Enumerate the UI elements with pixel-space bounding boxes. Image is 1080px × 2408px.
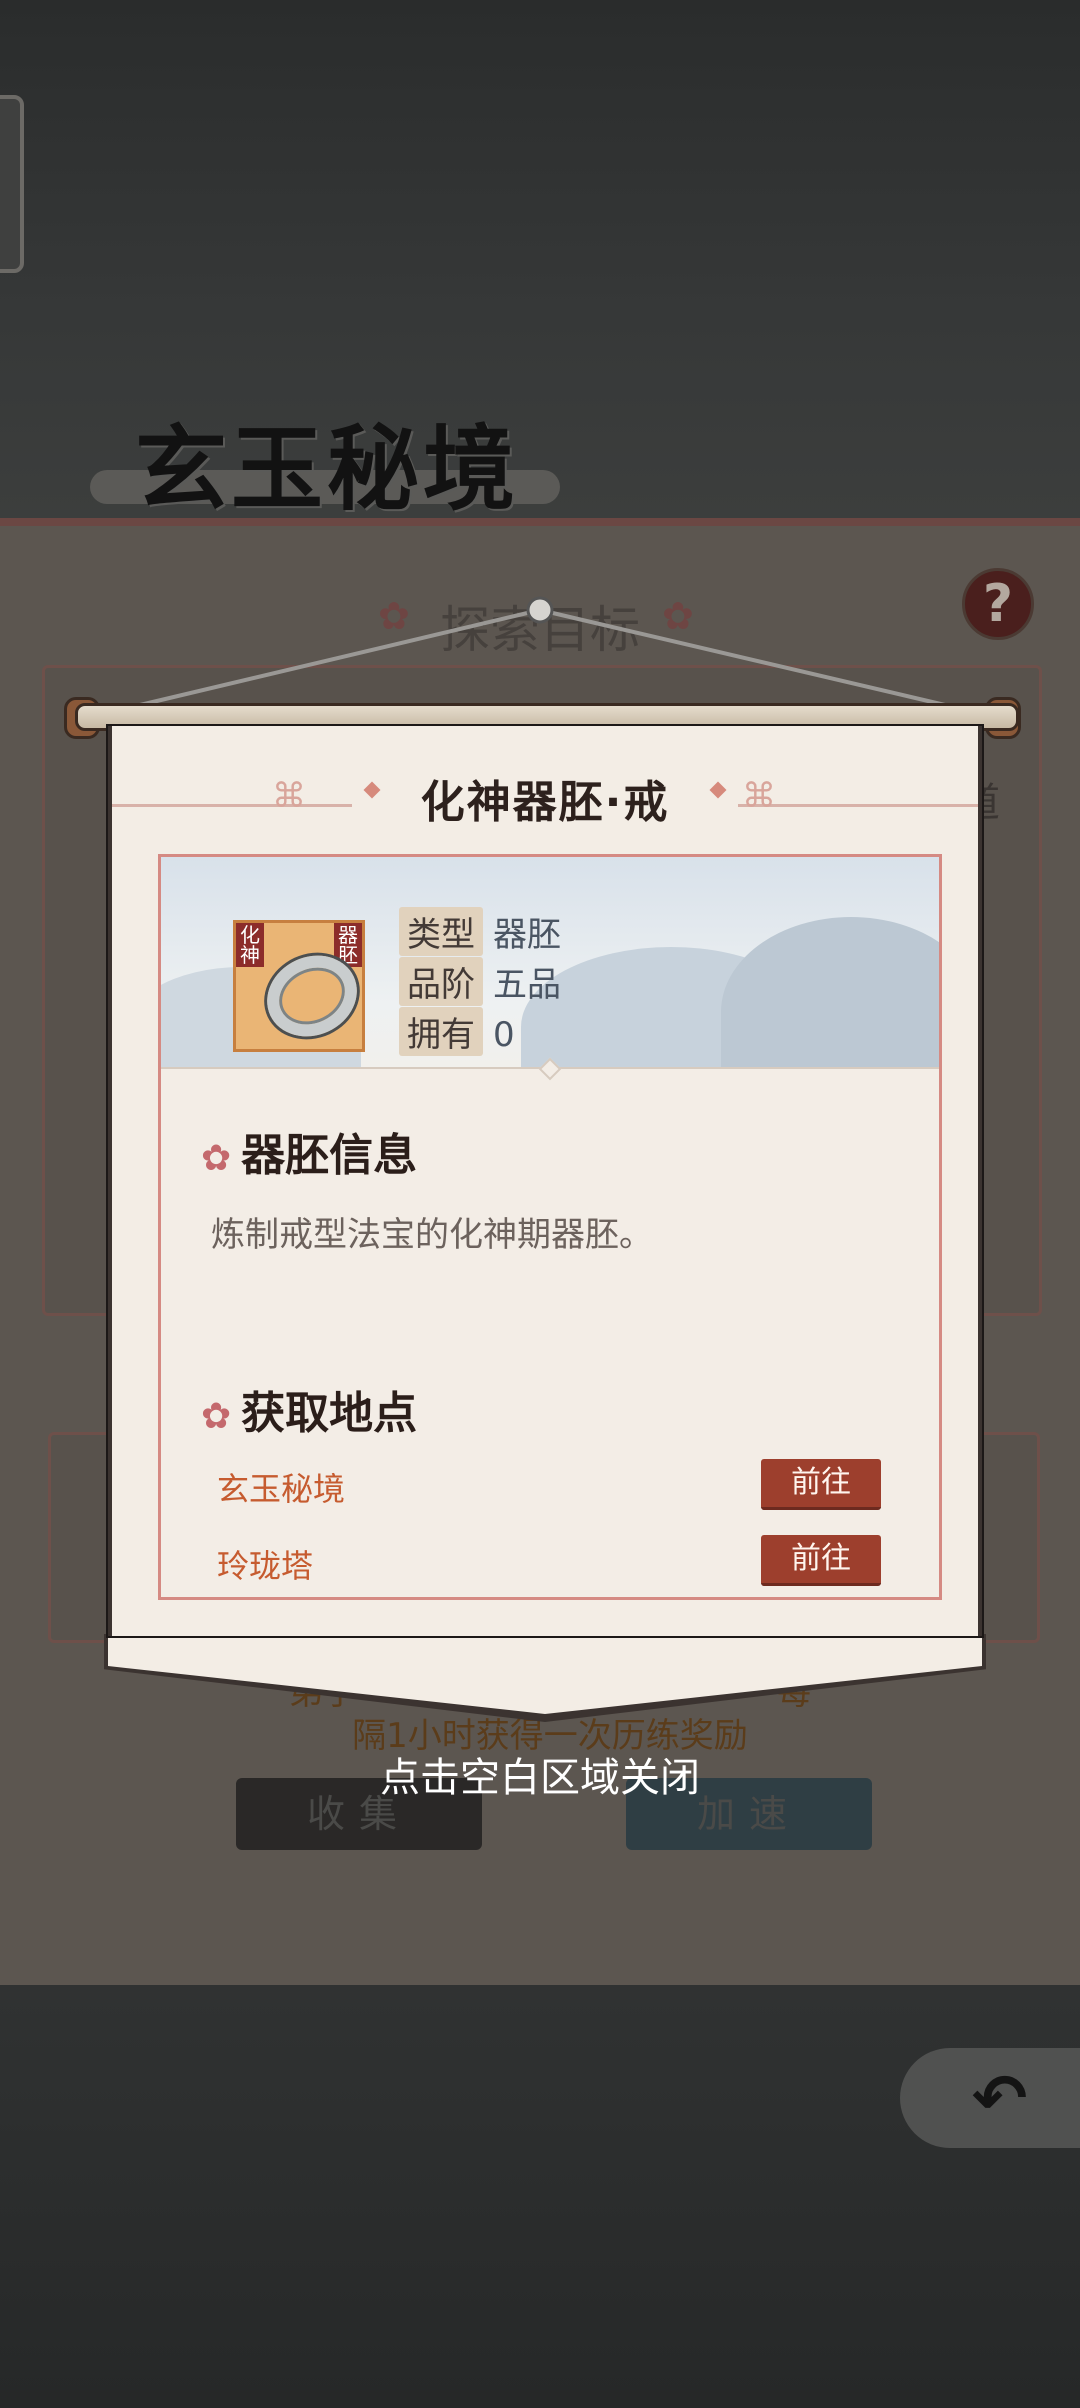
attr-type: 类型 器胚 [399, 907, 561, 956]
attr-grade: 品阶 五品 [399, 957, 561, 1006]
back-arrow-icon: ↶ [972, 2060, 1028, 2137]
modal-title-row: 化神器胚·戒 [112, 766, 978, 830]
go-button[interactable]: 前往 [761, 1459, 881, 1510]
mountain-decoration [721, 917, 939, 1067]
scroll-hanging-string [139, 596, 946, 707]
item-detail-modal: ⌘ ⌘ 化神器胚·戒 化神 器胚 类型 器胚 品阶 五品 拥有 0 ✿ 器胚信息… [108, 726, 982, 1636]
flower-icon: ✿ [201, 1396, 232, 1437]
modal-title: 化神器胚·戒 [420, 777, 670, 828]
info-section-title: ✿ 器胚信息 [201, 1130, 418, 1181]
source-location-name: 玲珑塔 [217, 1547, 314, 1585]
item-icon-ring: 化神 器胚 [233, 920, 371, 1052]
attr-owned: 拥有 0 [399, 1007, 515, 1056]
flower-icon: ✿ [201, 1138, 232, 1179]
item-tag-left: 化神 [236, 923, 264, 967]
source-section-title: ✿ 获取地点 [201, 1388, 418, 1439]
item-info-card: 化神 器胚 类型 器胚 品阶 五品 拥有 0 ✿ 器胚信息 炼制戒型法宝的化神期器胚。 … [158, 854, 942, 1600]
source-location-name: 玄玉秘境 [217, 1470, 346, 1508]
item-description: 炼制戒型法宝的化神期器胚。 [211, 1215, 653, 1255]
close-hint[interactable]: 点击空白区域关闭 [0, 1745, 1080, 1803]
background-mountains [0, 1985, 1080, 2408]
go-button[interactable]: 前往 [761, 1535, 881, 1586]
item-header: 化神 器胚 类型 器胚 品阶 五品 拥有 0 [161, 857, 939, 1067]
